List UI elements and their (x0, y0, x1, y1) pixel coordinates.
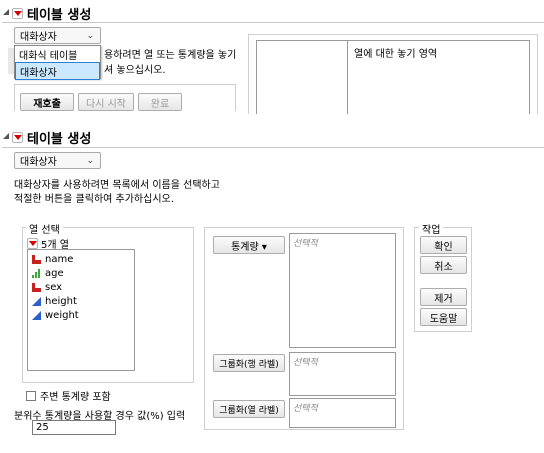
red-triangle-menu-icon[interactable] (27, 238, 38, 249)
action-label: 작업 (419, 221, 444, 236)
disclosure-icon[interactable] (3, 133, 9, 139)
disclosure-icon[interactable] (3, 9, 9, 15)
continuous-icon (32, 310, 41, 320)
restart-button[interactable]: 다시 시작 (78, 93, 134, 111)
red-triangle-menu-icon[interactable] (12, 131, 23, 143)
group-row-button[interactable]: 그룹화(행 라벨) (213, 354, 285, 372)
list-item[interactable]: age (28, 266, 134, 280)
hint-text-2: 셔 놓으십시오. (104, 65, 166, 76)
red-triangle-menu-icon[interactable] (12, 7, 23, 19)
marginal-stats-checkbox[interactable] (26, 390, 36, 401)
quantile-input[interactable]: 25 (32, 420, 116, 435)
list-item[interactable]: name (28, 252, 134, 266)
help-button[interactable]: 도움말 (420, 308, 467, 326)
statistics-role-box[interactable]: 선택적 (289, 233, 396, 348)
description-line-2: 적절한 버튼을 클릭하여 추가하십시오. (14, 194, 174, 205)
ok-button[interactable]: 확인 (420, 236, 467, 254)
nominal-icon (32, 282, 41, 292)
continuous-icon (32, 296, 41, 306)
statistics-button[interactable]: 통계량 ▾ (213, 236, 285, 254)
column-drop-area[interactable]: 열에 대한 놓기 영역 (347, 40, 530, 114)
bottom-panel-header: 테이블 생성 (0, 127, 544, 147)
dropdown-option-interactive[interactable]: 대화식 테이블 (15, 46, 100, 62)
mode-dropdown-list[interactable]: 대화식 테이블 대화상자 (14, 45, 101, 80)
marginal-stats-option[interactable]: 주변 통계량 포함 (26, 388, 111, 403)
chevron-down-icon: ⌄ (86, 156, 94, 166)
group-column-button[interactable]: 그룹화(열 라벨) (213, 400, 285, 418)
dropdown-option-dialog[interactable]: 대화상자 (15, 62, 100, 80)
panel-title: 테이블 생성 (27, 7, 92, 23)
ordinal-icon (32, 268, 41, 278)
mode-select[interactable]: 대화상자 ⌄ (14, 27, 101, 44)
mode-select[interactable]: 대화상자 ⌄ (14, 152, 101, 169)
list-item[interactable]: height (28, 294, 134, 308)
list-item[interactable]: weight (28, 308, 134, 322)
group-column-role-box[interactable]: 선택적 (289, 398, 396, 428)
column-list[interactable]: name age sex height weight (27, 249, 135, 371)
group-row-role-box[interactable]: 선택적 (289, 352, 396, 396)
nominal-icon (32, 254, 41, 264)
column-select-label: 열 선택 (26, 221, 63, 236)
row-drop-area[interactable] (256, 40, 348, 114)
cancel-button[interactable]: 취소 (420, 256, 467, 274)
chevron-down-icon: ⌄ (86, 31, 94, 41)
hint-text-1: 용하려면 열 또는 통계량을 놓기 (104, 50, 237, 61)
list-item[interactable]: sex (28, 280, 134, 294)
panel-title: 테이블 생성 (27, 131, 92, 147)
marginal-stats-label: 주변 통계량 포함 (40, 392, 111, 403)
undo-button[interactable]: 재호출 (20, 93, 74, 111)
remove-button[interactable]: 제거 (420, 288, 467, 306)
description-line-1: 대화상자를 사용하려면 목록에서 이름을 선택하고 (14, 180, 220, 191)
done-button[interactable]: 완료 (138, 93, 182, 111)
top-panel-header: 테이블 생성 (0, 3, 544, 23)
